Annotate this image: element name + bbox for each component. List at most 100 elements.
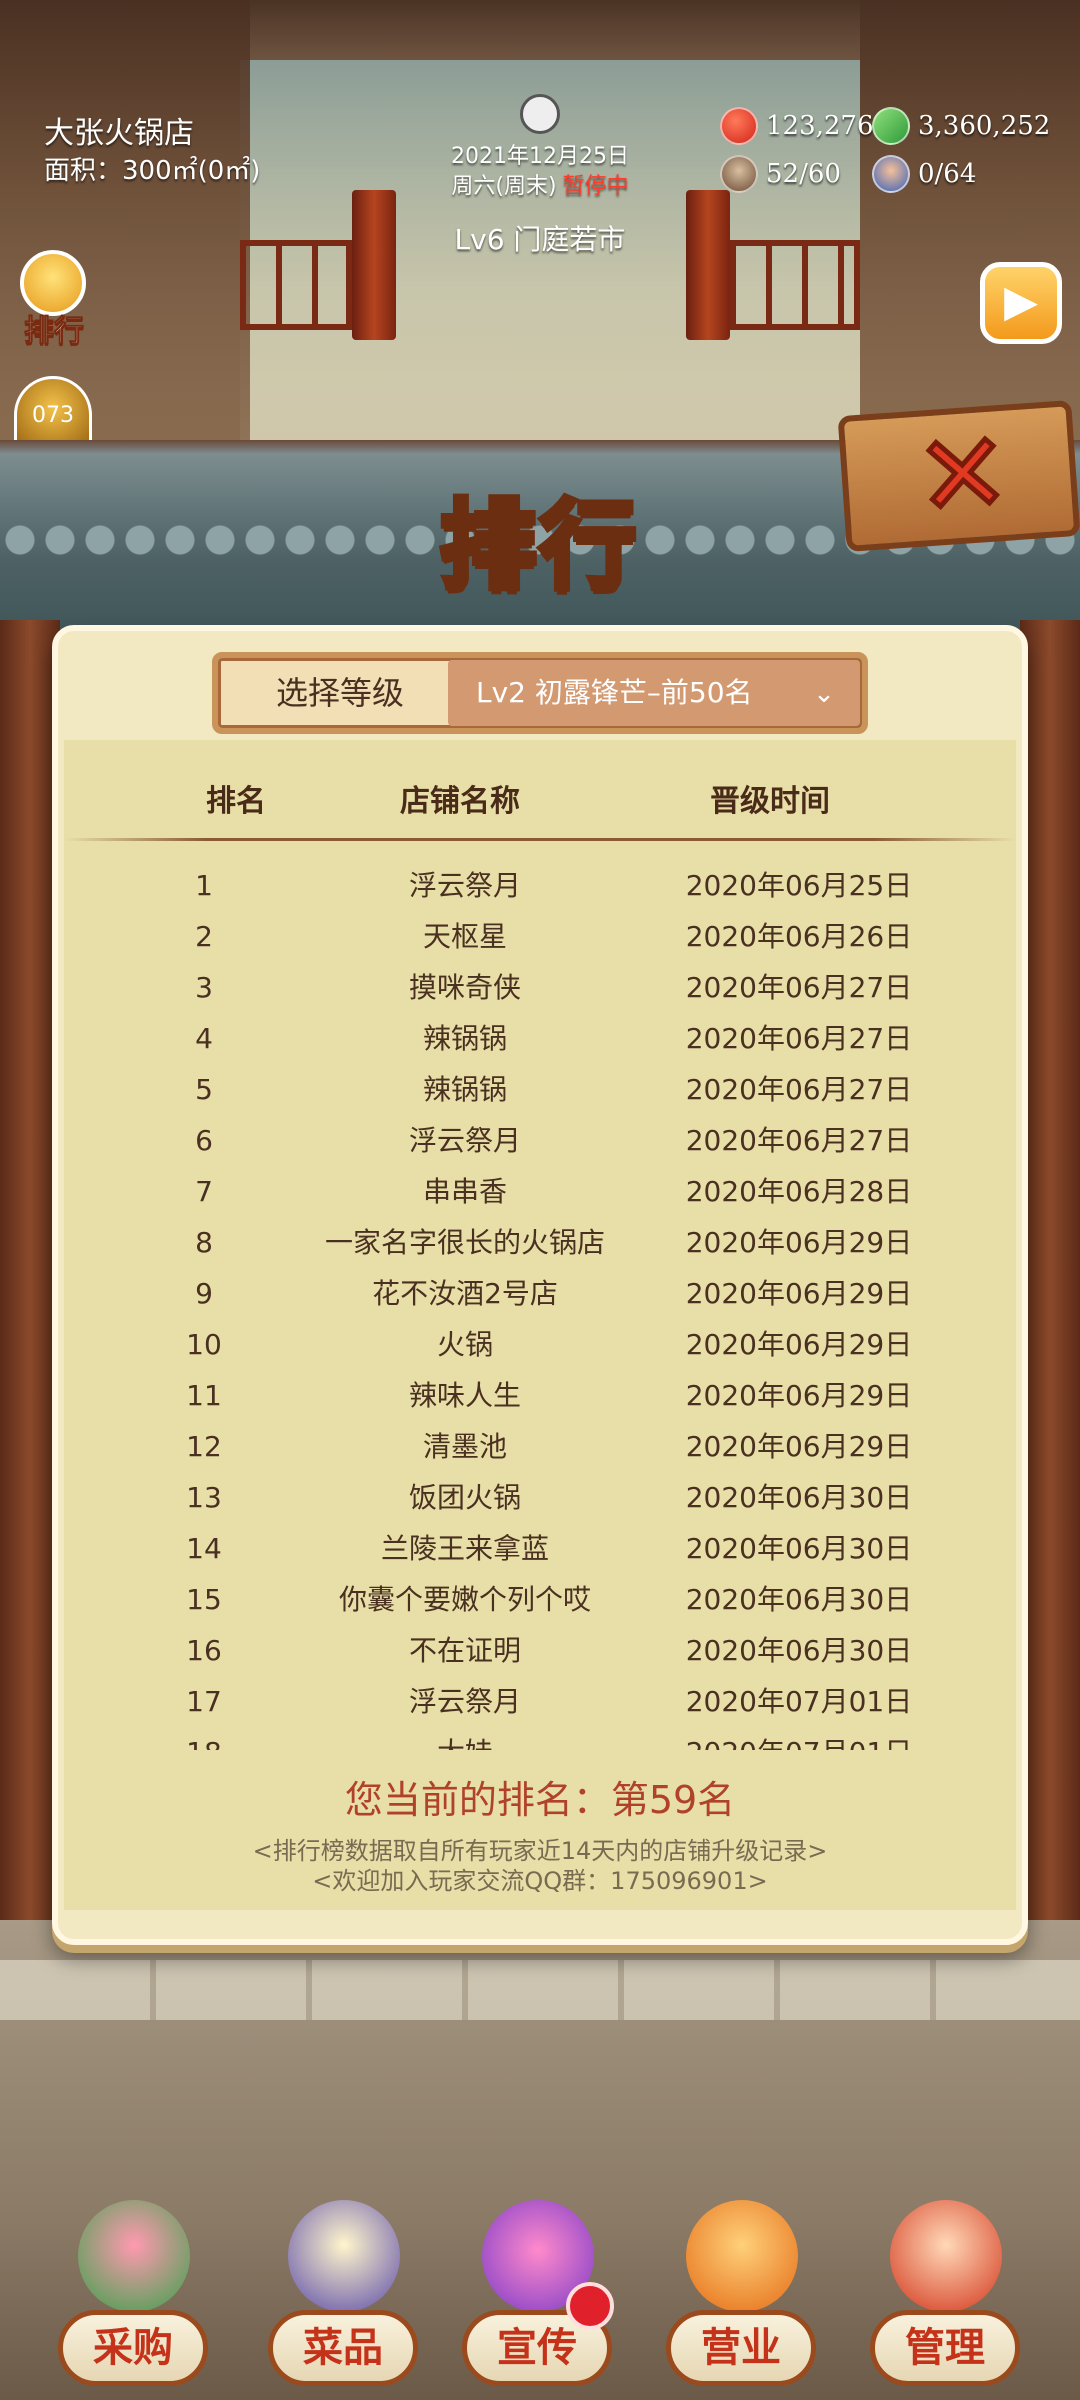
table-row[interactable]: 8 一家名字很长的火锅店 2020年06月29日 [64, 1217, 1016, 1268]
chevron-down-icon[interactable]: ⌄ [806, 676, 842, 712]
table-row[interactable]: 2 天枢星 2020年06月26日 [64, 911, 1016, 962]
table-row[interactable]: 1 浮云祭月 2020年06月25日 [64, 860, 1016, 911]
column-header-time: 晋级时间 [710, 784, 830, 819]
table-row[interactable]: 12 清墨池 2020年06月29日 [64, 1421, 1016, 1472]
railing-left [240, 240, 352, 330]
service-bell-icon [686, 2200, 798, 2312]
nav-purchase-label: 采购 [58, 2310, 208, 2386]
game-date: 2021年12月25日 [451, 144, 629, 169]
rank-cell: 11 [186, 1379, 222, 1412]
nav-purchase[interactable]: 采购 [58, 2200, 208, 2400]
upgrade-time-cell: 2020年06月30日 [685, 1583, 913, 1616]
customer-resource: 0/64 [872, 152, 1022, 196]
money-count: 3,360,252 [918, 111, 1051, 141]
rank-cell: 7 [195, 1175, 213, 1208]
my-rank-text: 您当前的排名：第59名 [344, 1778, 736, 1822]
rank-cell: 14 [186, 1532, 222, 1565]
rank-cell: 2 [195, 920, 213, 953]
tomato-resource: 123,276 [720, 104, 874, 148]
upgrade-time-cell: 2020年06月27日 [685, 1022, 913, 1055]
table-row[interactable]: 18大娃2020年07月01日 [64, 1727, 1016, 1750]
shop-level: Lv6 门庭若市 [454, 223, 626, 256]
nav-dishes-label: 菜品 [268, 2310, 418, 2386]
close-button[interactable]: ✕ [837, 400, 1080, 552]
upgrade-time-cell: 2020年06月29日 [685, 1226, 913, 1259]
rank-cell: 8 [195, 1226, 213, 1259]
rank-cell: 12 [186, 1430, 222, 1463]
rank-cell: 3 [195, 971, 213, 1004]
play-button[interactable]: ▶ [980, 262, 1062, 344]
upgrade-time-cell: 2020年06月30日 [685, 1481, 913, 1514]
upgrade-time-cell: 2020年06月27日 [685, 1073, 913, 1106]
rank-cell: 4 [195, 1022, 213, 1055]
table-row[interactable]: 7 串串香 2020年06月28日 [64, 1166, 1016, 1217]
customer-icon [872, 155, 910, 193]
table-row[interactable]: 3 摸咪奇侠 2020年06月27日 [64, 962, 1016, 1013]
rank-side-button[interactable]: 排行 [14, 250, 94, 350]
staff-avatar-icon [890, 2200, 1002, 2312]
pillar-left [352, 190, 396, 340]
upgrade-time-cell: 2020年06月27日 [685, 1124, 913, 1157]
left-wall [0, 620, 60, 1960]
tomato-icon [720, 107, 758, 145]
table-row[interactable]: 17 浮云祭月 2020年07月01日 [64, 1676, 1016, 1727]
staff-count: 52/60 [766, 159, 841, 189]
table-row[interactable]: 10 火锅 2020年06月29日 [64, 1319, 1016, 1370]
rank-side-label: 排行 [24, 314, 85, 350]
table-row[interactable]: 13 饭团火锅 2020年06月30日 [64, 1472, 1016, 1523]
upgrade-time-cell: 2020年06月25日 [685, 869, 913, 902]
nav-management-label: 管理 [870, 2310, 1020, 2386]
header-divider [64, 838, 1016, 841]
table-row[interactable]: 6 浮云祭月 2020年06月27日 [64, 1115, 1016, 1166]
upgrade-time-cell: 2020年06月30日 [685, 1634, 913, 1667]
qq-group-note: <欢迎加入玩家交流QQ群：175096901> [312, 1867, 768, 1895]
table-row[interactable]: 9 花不汝酒2号店 2020年06月29日 [64, 1268, 1016, 1319]
rank-cell: 15 [186, 1583, 222, 1616]
level-dropdown[interactable]: Lv2 初露锋芒–前50名 [448, 660, 860, 726]
upgrade-time-cell: 2020年06月30日 [685, 1532, 913, 1565]
table-row[interactable]: 15 你囊个要嫩个列个哎 2020年06月30日 [64, 1574, 1016, 1625]
column-header-name: 店铺名称 [400, 784, 520, 819]
column-header-rank: 排名 [206, 784, 266, 819]
game-weekday: 周六(周末) [451, 174, 557, 199]
level-dropdown-value: Lv2 初露锋芒–前50名 [476, 676, 753, 709]
table-row[interactable]: 16 不在证明 2020年06月30日 [64, 1625, 1016, 1676]
rank-cell: 18 [154, 1727, 254, 1750]
upgrade-time-cell: 2020年06月29日 [685, 1277, 913, 1310]
table-row[interactable]: 4 辣锅锅 2020年06月27日 [64, 1013, 1016, 1064]
upgrade-time-cell: 2020年06月28日 [685, 1175, 913, 1208]
upgrade-time-cell: 2020年06月29日 [685, 1328, 913, 1361]
ranking-table[interactable]: 1 浮云祭月 2020年06月25日 2 天枢星 2020年06月26日 3 摸咪奇侠 2020… [64, 860, 1016, 1750]
right-room [860, 0, 1080, 460]
upgrade-time-cell: 2020年06月26日 [685, 920, 913, 953]
staff-resource: 52/60 [720, 152, 870, 196]
upgrade-time-cell: 2020年06月27日 [685, 971, 913, 1004]
upgrade-time-cell: 2020年07月01日 [685, 1685, 913, 1718]
table-row[interactable]: 5 辣锅锅 2020年06月27日 [64, 1064, 1016, 1115]
pause-status[interactable]: 暂停中 [563, 174, 629, 199]
table-row[interactable]: 11 辣味人生 2020年06月29日 [64, 1370, 1016, 1421]
nav-management[interactable]: 管理 [870, 2200, 1020, 2400]
alarm-clock-icon[interactable] [520, 94, 560, 134]
rank-cell: 9 [195, 1277, 213, 1310]
upgrade-time-cell: 2020年06月29日 [685, 1430, 913, 1463]
shop-area: 面积：300㎡(0㎡) [44, 156, 261, 186]
nav-business-label: 营业 [666, 2310, 816, 2386]
shop-name: 大张火锅店 [44, 116, 194, 151]
play-icon: ▶ [1004, 276, 1038, 327]
right-wall [1020, 620, 1080, 1960]
nav-dishes[interactable]: 菜品 [268, 2200, 418, 2400]
nav-business[interactable]: 营业 [666, 2200, 816, 2400]
shop-stall-icon [78, 2200, 190, 2312]
rank-cell: 13 [186, 1481, 222, 1514]
data-source-note: <排行榜数据取自所有玩家近14天内的店铺升级记录> [252, 1837, 828, 1865]
table-row[interactable]: 14 兰陵王来拿蓝 2020年06月30日 [64, 1523, 1016, 1574]
upgrade-time-cell: 2020年07月01日 [614, 1727, 984, 1750]
rank-cell: 6 [195, 1124, 213, 1157]
rank-cell: 1 [195, 869, 213, 902]
gold-chest-button[interactable]: 073 [14, 376, 92, 446]
upgrade-time-cell: 2020年06月29日 [685, 1379, 913, 1412]
notification-dot [566, 2282, 614, 2330]
customer-count: 0/64 [918, 159, 977, 189]
tomato-count: 123,276 [766, 111, 874, 141]
